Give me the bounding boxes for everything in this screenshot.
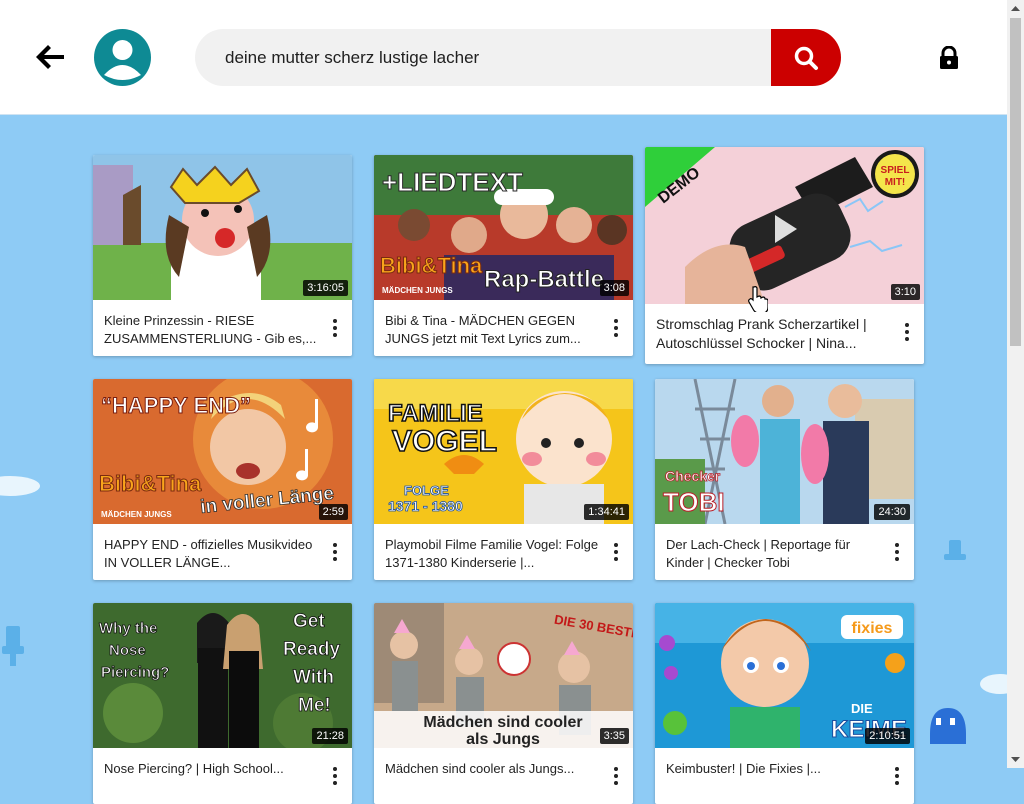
paint-roller-icon-right [944, 540, 966, 560]
search-button[interactable] [771, 29, 841, 86]
thumb-caption-2: TOBI [663, 487, 725, 517]
video-title[interactable]: Stromschlag Prank Scherzartikel | Autosc… [656, 315, 892, 353]
thumb-caption: DIE [851, 701, 873, 716]
search-input[interactable] [195, 29, 771, 86]
thumb-caption-b: Piercing? [101, 664, 169, 681]
video-card[interactable]: Why the Nose Piercing? Get Ready With Me… [93, 603, 352, 804]
video-duration: 2:10:51 [865, 728, 910, 744]
paint-roller-icon [2, 626, 24, 666]
video-card[interactable]: 3:16:05 Kleine Prinzessin - RIESE ZUSAMM… [93, 155, 352, 356]
more-options-icon[interactable] [330, 543, 340, 561]
video-card[interactable]: DEMO SPIEL MIT! 3:10 Stromschlag Prank S… [645, 147, 924, 364]
video-card[interactable]: +LIEDTEXT Bibi&Tina MÄDCHEN JUNGS Rap-Ba… [374, 155, 633, 356]
thumb-caption: FAMILIE [388, 400, 483, 427]
more-options-icon[interactable] [330, 767, 340, 785]
top-bar [0, 0, 1007, 115]
video-thumbnail[interactable]: “HAPPY END” Bibi&Tina MÄDCHEN JUNGS in v… [93, 379, 352, 524]
thumb-caption: Why the [99, 620, 157, 637]
video-title[interactable]: Kleine Prinzessin - RIESE ZUSAMMENSTERLI… [104, 312, 319, 348]
video-thumbnail[interactable]: 3:16:05 [93, 155, 352, 300]
video-card[interactable]: “HAPPY END” Bibi&Tina MÄDCHEN JUNGS in v… [93, 379, 352, 580]
video-thumbnail[interactable]: DIE 30 BESTEN Mädchen sind cooler als Ju… [374, 603, 633, 748]
search-bar [195, 29, 841, 86]
back-arrow-icon[interactable] [34, 40, 68, 74]
video-title[interactable]: HAPPY END - offizielles Musikvideo IN VO… [104, 536, 319, 572]
video-duration: 3:08 [599, 280, 629, 296]
video-duration: 21:28 [312, 728, 348, 744]
video-card[interactable]: fixies DIE KEIME 2:10:51 Keimbuster! | D… [655, 603, 914, 804]
video-title[interactable]: Mädchen sind cooler als Jungs... [385, 760, 600, 796]
more-options-icon[interactable] [611, 543, 621, 561]
thumb-caption-d: Ready [283, 639, 340, 660]
thumb-caption-2: Rap-Battle [484, 266, 604, 293]
video-duration: 24:30 [874, 504, 910, 520]
video-card[interactable]: DIE 30 BESTEN Mädchen sind cooler als Ju… [374, 603, 633, 804]
thumb-badge: SPIEL [881, 165, 910, 176]
scroll-up-arrow-icon[interactable] [1007, 0, 1024, 17]
thumb-caption-2: Mädchen sind cooler [423, 714, 582, 731]
thumb-caption: Checker [665, 468, 721, 484]
video-duration: 3:10 [890, 284, 920, 300]
video-card[interactable]: FAMILIE VOGEL FOLGE 1371 - 1380 1:34:41 … [374, 379, 633, 580]
video-title[interactable]: Bibi & Tina - MÄDCHEN GEGEN JUNGS jetzt … [385, 312, 600, 348]
video-duration: 3:16:05 [303, 280, 348, 296]
thumb-caption-e: With [293, 667, 334, 688]
video-card[interactable]: Checker TOBI 24:30 Der Lach-Check | Repo… [655, 379, 914, 580]
user-avatar-icon[interactable] [94, 29, 151, 86]
video-thumbnail[interactable]: FAMILIE VOGEL FOLGE 1371 - 1380 1:34:41 [374, 379, 633, 524]
thumb-caption-f: Me! [298, 695, 331, 716]
thumb-logo: fixies [852, 620, 893, 637]
video-thumbnail[interactable]: Checker TOBI 24:30 [655, 379, 914, 524]
thumb-caption: +LIEDTEXT [382, 167, 523, 197]
thumb-subtitle: MÄDCHEN JUNGS [101, 510, 172, 519]
video-thumbnail[interactable]: +LIEDTEXT Bibi&Tina MÄDCHEN JUNGS Rap-Ba… [374, 155, 633, 300]
thumb-caption: “HAPPY END” [101, 393, 251, 418]
thumb-logo: Bibi&Tina [380, 253, 483, 278]
video-duration: 1:34:41 [584, 504, 629, 520]
thumb-caption-a: Nose [109, 642, 146, 659]
more-options-icon[interactable] [892, 543, 902, 561]
thumb-caption-4: 1371 - 1380 [388, 498, 463, 514]
video-thumbnail[interactable]: Why the Nose Piercing? Get Ready With Me… [93, 603, 352, 748]
scrollbar-thumb[interactable] [1010, 18, 1021, 346]
scrollbar[interactable] [1007, 0, 1024, 768]
scroll-down-arrow-icon[interactable] [1007, 751, 1024, 768]
thumb-subtitle: MÄDCHEN JUNGS [382, 286, 453, 295]
more-options-icon[interactable] [611, 767, 621, 785]
thumb-caption-3: als Jungs [466, 731, 540, 748]
video-title[interactable]: Keimbuster! | Die Fixies |... [666, 760, 881, 796]
more-options-icon[interactable] [892, 767, 902, 785]
lock-icon[interactable] [938, 45, 960, 70]
video-thumbnail[interactable]: DEMO SPIEL MIT! 3:10 [645, 147, 924, 304]
more-options-icon[interactable] [611, 319, 621, 337]
video-title[interactable]: Playmobil Filme Familie Vogel: Folge 137… [385, 536, 600, 572]
video-title[interactable]: Der Lach-Check | Reportage für Kinder | … [666, 536, 881, 572]
video-thumbnail[interactable]: fixies DIE KEIME 2:10:51 [655, 603, 914, 748]
video-title[interactable]: Nose Piercing? | High School... [104, 760, 319, 796]
hand-cursor-icon [748, 286, 768, 312]
more-options-icon[interactable] [330, 319, 340, 337]
more-options-icon[interactable] [902, 323, 912, 341]
magnifier-icon [794, 46, 818, 70]
ghost-mascot-icon [930, 708, 966, 744]
video-duration: 2:59 [318, 504, 348, 520]
thumb-caption-3: FOLGE [404, 483, 449, 498]
video-duration: 3:35 [599, 728, 629, 744]
thumb-badge-2: MIT! [885, 177, 906, 188]
thumb-caption-c: Get [293, 611, 325, 632]
thumb-caption-2: VOGEL [392, 425, 497, 458]
thumb-logo: Bibi&Tina [99, 471, 202, 496]
